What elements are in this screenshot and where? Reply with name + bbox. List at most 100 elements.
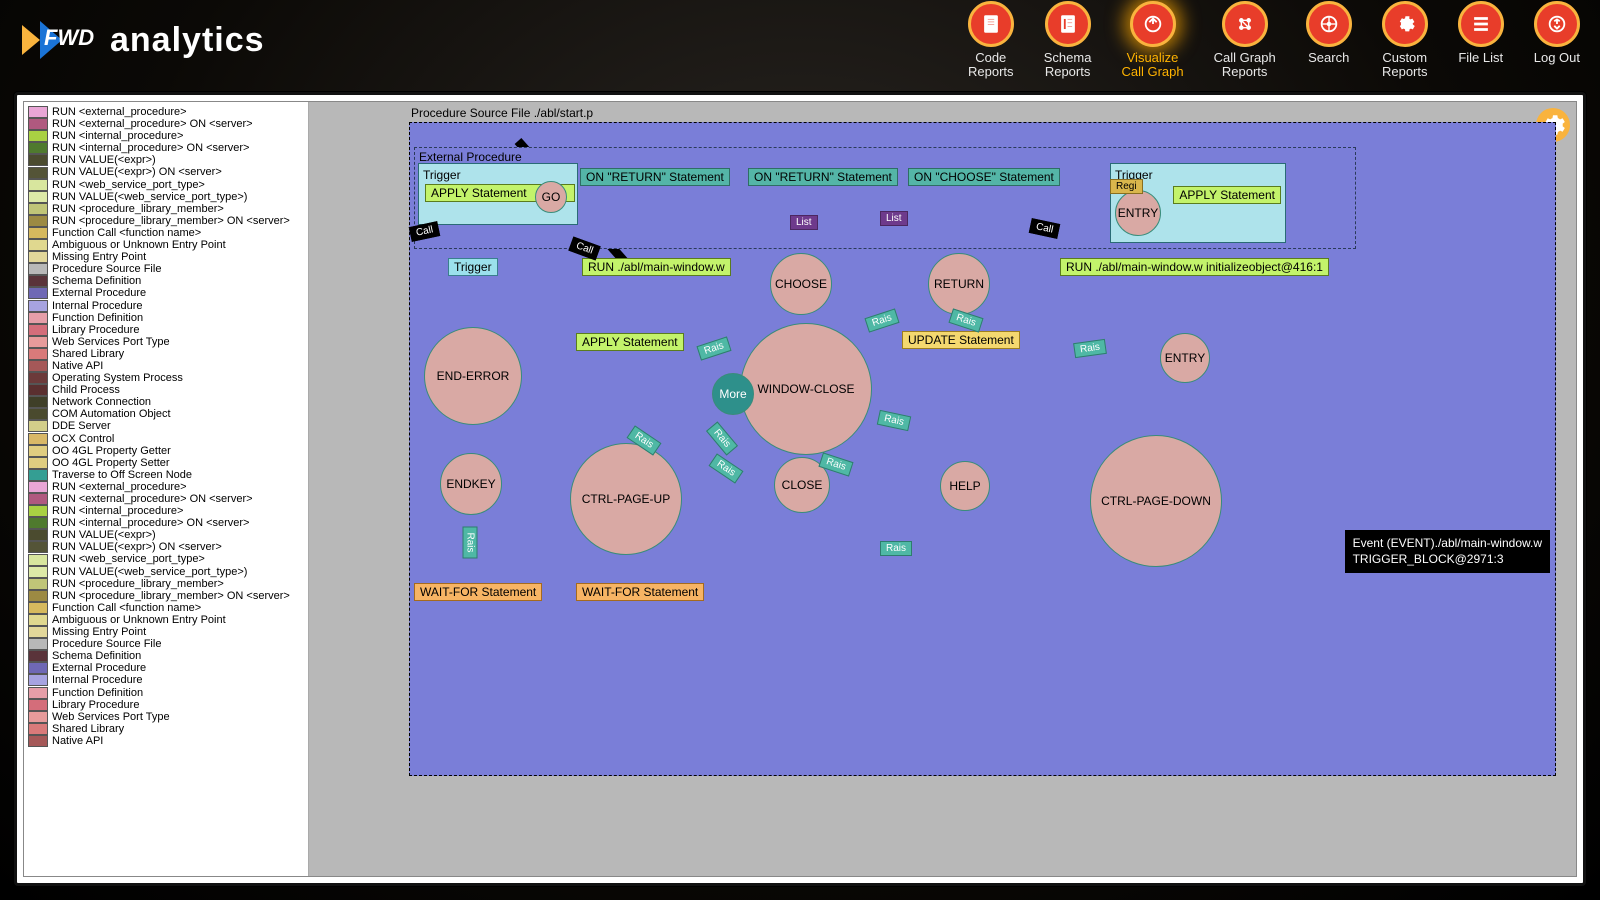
legend-swatch [28,529,48,541]
run-tag-2[interactable]: RUN ./abl/main-window.w initializeobject… [1060,258,1329,276]
legend-row[interactable]: RUN <procedure_library_member> ON <serve… [26,215,306,227]
legend-row[interactable]: RUN <internal_procedure> [26,505,306,517]
waitfor-tag-1[interactable]: WAIT-FOR Statement [414,583,542,601]
nav-item-file-list[interactable]: File List [1458,1,1504,65]
legend-row[interactable]: RUN <internal_procedure> ON <server> [26,517,306,529]
apply-statement-tag-2[interactable]: APPLY Statement [1173,186,1281,204]
legend-row[interactable]: Schema Definition [26,275,306,287]
legend-row[interactable]: RUN <procedure_library_member> ON <serve… [26,590,306,602]
legend-swatch [28,300,48,312]
legend-row[interactable]: Network Connection [26,396,306,408]
nav-item-schema-reports[interactable]: Schema Reports [1044,1,1092,80]
entry-node-right[interactable]: ENTRY [1115,190,1161,236]
update-tag[interactable]: UPDATE Statement [902,331,1020,349]
legend-row[interactable]: RUN <internal_procedure> ON <server> [26,142,306,154]
legend-swatch [28,215,48,227]
graph-canvas[interactable]: Procedure Source File ./abl/start.p [309,102,1576,876]
legend-swatch [28,396,48,408]
trigger-tag[interactable]: Trigger [448,258,498,276]
legend-row[interactable]: Library Procedure [26,324,306,336]
legend-row[interactable]: RUN <external_procedure> [26,481,306,493]
legend-row[interactable]: Ambiguous or Unknown Entry Point [26,614,306,626]
legend-row[interactable]: Procedure Source File [26,638,306,650]
legend-row[interactable]: Function Definition [26,312,306,324]
waitfor-tag-2[interactable]: WAIT-FOR Statement [576,583,704,601]
nav-item-visualize-call-graph[interactable]: Visualize Call Graph [1121,1,1183,80]
entry-node[interactable]: ENTRY [1160,333,1210,383]
legend-row[interactable]: RUN <procedure_library_member> [26,203,306,215]
legend-row[interactable]: Function Call <function name> [26,227,306,239]
legend-row[interactable]: RUN <procedure_library_member> [26,578,306,590]
legend-row[interactable]: RUN <web_service_port_type> [26,553,306,565]
legend-swatch [28,203,48,215]
on-return-tag-2[interactable]: ON "RETURN" Statement [748,168,898,186]
legend-row[interactable]: RUN VALUE(<web_service_port_type>) [26,191,306,203]
ctrl-page-down-node[interactable]: CTRL-PAGE-DOWN [1090,435,1222,567]
legend-row[interactable]: External Procedure [26,287,306,299]
nav-item-log-out[interactable]: Log Out [1534,1,1580,65]
legend-row[interactable]: RUN VALUE(<expr>) [26,154,306,166]
legend-swatch [28,578,48,590]
legend-row[interactable]: RUN <web_service_port_type> [26,179,306,191]
more-node[interactable]: More [712,373,754,415]
return-node[interactable]: RETURN [928,253,990,315]
ctrl-page-up-node[interactable]: CTRL-PAGE-UP [570,443,682,555]
choose-node[interactable]: CHOOSE [770,253,832,315]
run-tag-1[interactable]: RUN ./abl/main-window.w [582,258,731,276]
legend-label: COM Automation Object [52,408,171,420]
legend-row[interactable]: Schema Definition [26,650,306,662]
nav-item-search[interactable]: Search [1306,1,1352,65]
legend-row[interactable]: RUN <external_procedure> [26,106,306,118]
legend-row[interactable]: DDE Server [26,420,306,432]
trigger-region-right[interactable]: Trigger APPLY Statement ENTRY [1110,163,1286,243]
legend-row[interactable]: External Procedure [26,662,306,674]
legend-label: Missing Entry Point [52,626,146,638]
legend-row[interactable]: OCX Control [26,433,306,445]
legend-row[interactable]: RUN VALUE(<expr>) ON <server> [26,166,306,178]
legend-swatch [28,227,48,239]
legend-row[interactable]: RUN VALUE(<expr>) ON <server> [26,541,306,553]
legend-row[interactable]: OO 4GL Property Setter [26,457,306,469]
legend-row[interactable]: Native API [26,360,306,372]
legend-row[interactable]: Shared Library [26,348,306,360]
legend-row[interactable]: Native API [26,735,306,747]
legend-row[interactable]: Function Call <function name> [26,602,306,614]
legend-row[interactable]: Ambiguous or Unknown Entry Point [26,239,306,251]
apply-statement-tag-3[interactable]: APPLY Statement [576,333,684,351]
legend-swatch [28,626,48,638]
end-error-node[interactable]: END-ERROR [424,327,522,425]
legend-row[interactable]: Missing Entry Point [26,251,306,263]
legend-row[interactable]: Internal Procedure [26,674,306,686]
legend-row[interactable]: Library Procedure [26,699,306,711]
legend-row[interactable]: RUN VALUE(<web_service_port_type>) [26,566,306,578]
legend-row[interactable]: Operating System Process [26,372,306,384]
legend-row[interactable]: Procedure Source File [26,263,306,275]
legend-row[interactable]: Function Definition [26,687,306,699]
legend-row[interactable]: RUN <external_procedure> ON <server> [26,493,306,505]
legend-row[interactable]: Internal Procedure [26,300,306,312]
nav-item-call-graph-reports[interactable]: Call Graph Reports [1214,1,1276,80]
legend-row[interactable]: RUN VALUE(<expr>) [26,529,306,541]
legend-row[interactable]: OO 4GL Property Getter [26,445,306,457]
graph-box[interactable]: External Procedure Trigger APPLY Stateme… [409,122,1556,776]
legend-row[interactable]: Shared Library [26,723,306,735]
endkey-node[interactable]: ENDKEY [440,453,502,515]
legend-row[interactable]: Child Process [26,384,306,396]
legend-row[interactable]: Web Services Port Type [26,711,306,723]
on-choose-tag[interactable]: ON "CHOOSE" Statement [908,168,1060,186]
edge-label: Rais [880,541,912,556]
nav-item-code-reports[interactable]: Code Reports [968,1,1014,80]
legend-row[interactable]: Web Services Port Type [26,336,306,348]
on-return-tag[interactable]: ON "RETURN" Statement [580,168,730,186]
legend-swatch [28,711,48,723]
legend-row[interactable]: RUN <internal_procedure> [26,130,306,142]
help-node[interactable]: HELP [940,461,990,511]
legend-row[interactable]: Traverse to Off Screen Node [26,469,306,481]
legend-row[interactable]: COM Automation Object [26,408,306,420]
legend-label: OO 4GL Property Setter [52,457,170,469]
nav-item-custom-reports[interactable]: Custom Reports [1382,1,1428,80]
legend-row[interactable]: Missing Entry Point [26,626,306,638]
window-close-node[interactable]: WINDOW-CLOSE [740,323,872,455]
legend-row[interactable]: RUN <external_procedure> ON <server> [26,118,306,130]
go-node[interactable]: GO [535,181,567,213]
